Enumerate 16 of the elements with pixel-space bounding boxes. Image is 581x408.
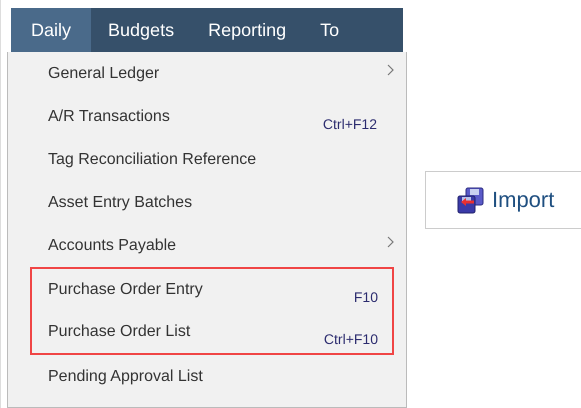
menu-item[interactable]: A/R Transactions Ctrl+F12	[8, 95, 406, 138]
menu-item[interactable]: General Ledger	[8, 52, 406, 95]
import-button[interactable]: Import	[425, 171, 581, 229]
menu-tab[interactable]: To	[303, 8, 356, 52]
menu-item[interactable]: Asset Entry Batches	[8, 181, 406, 224]
menu-item[interactable]: Tag Reconciliation Reference	[8, 138, 406, 181]
menu-item[interactable]: Purchase Order Entry F10	[32, 269, 392, 311]
menu-tab[interactable]: Budgets	[91, 8, 192, 52]
disk-arrow-icon	[457, 186, 484, 214]
menu-tab[interactable]: Reporting	[191, 8, 304, 52]
chevron-right-icon	[387, 64, 394, 76]
chevron-right-icon	[387, 236, 394, 248]
menu-item[interactable]: Purchase Order List Ctrl+F10	[32, 311, 392, 353]
menu-item[interactable]: Pending Approval List	[8, 355, 406, 398]
menu-tab[interactable]: Daily	[11, 8, 92, 52]
menu-item[interactable]: Accounts Payable	[8, 224, 406, 267]
